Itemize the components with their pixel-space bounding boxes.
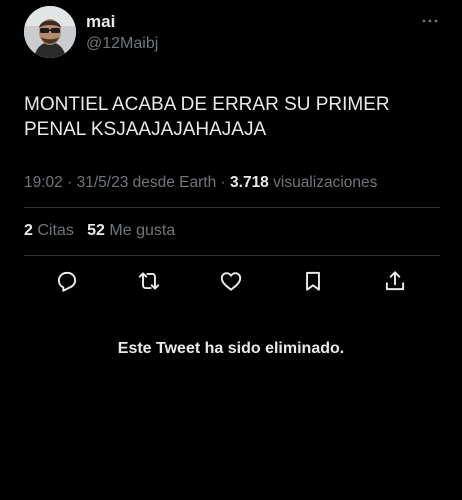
- more-options-icon[interactable]: [418, 12, 442, 30]
- meta-separator: ·: [67, 174, 73, 191]
- likes-count: 52: [87, 222, 105, 239]
- author-handle[interactable]: @12Maibj: [86, 35, 158, 53]
- meta-separator: ·: [220, 174, 226, 191]
- likes-stat[interactable]: 52 Me gusta: [87, 222, 175, 239]
- tweet-header: mai @12Maibj: [0, 0, 462, 70]
- tweet-source: desde Earth: [132, 174, 217, 191]
- bookmark-button[interactable]: [300, 268, 326, 294]
- action-bar: [0, 268, 462, 298]
- retweet-button[interactable]: [136, 268, 162, 294]
- tweet-date[interactable]: 31/5/23: [77, 174, 129, 191]
- tweet-text: MONTIEL ACABA DE ERRAR SU PRIMER PENAL K…: [24, 92, 444, 142]
- quotes-label: Citas: [37, 222, 74, 239]
- share-icon: [385, 271, 405, 291]
- tweet-text-line-2: PENAL KSJAAJAJAHAJAJA: [24, 119, 267, 140]
- tweet-deleted-notice: Este Tweet ha sido eliminado.: [117, 340, 345, 357]
- like-button[interactable]: [218, 268, 244, 294]
- retweet-icon: [138, 272, 160, 290]
- views-count: 3.718: [230, 174, 269, 191]
- tweet-meta: 19:02 · 31/5/23 desde Earth · 3.718 visu…: [24, 174, 377, 192]
- likes-label: Me gusta: [109, 222, 176, 239]
- views-label: visualizaciones: [273, 174, 378, 191]
- reply-icon: [57, 271, 77, 292]
- tweet-text-line-1: MONTIEL ACABA DE ERRAR SU PRIMER: [24, 94, 390, 115]
- divider: [24, 207, 440, 208]
- author-display-name[interactable]: mai: [86, 12, 115, 32]
- avatar-image: [24, 6, 76, 58]
- tweet-stats: 2 Citas 52 Me gusta: [24, 222, 175, 240]
- avatar[interactable]: [24, 6, 76, 58]
- tweet-time[interactable]: 19:02: [24, 174, 63, 191]
- share-button[interactable]: [382, 268, 408, 294]
- like-icon: [220, 272, 242, 291]
- quotes-stat[interactable]: 2 Citas: [24, 222, 78, 239]
- reply-button[interactable]: [54, 268, 80, 294]
- divider: [24, 255, 440, 256]
- bookmark-icon: [306, 271, 320, 291]
- quotes-count: 2: [24, 222, 33, 239]
